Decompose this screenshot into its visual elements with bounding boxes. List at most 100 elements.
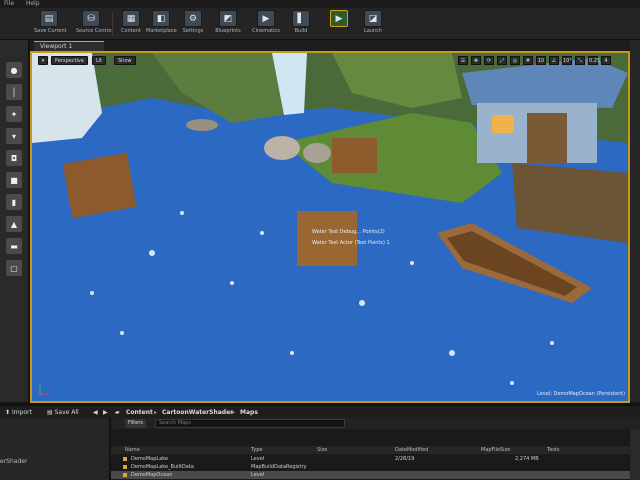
viewport-options-button[interactable]: ▾ (38, 56, 48, 65)
save-current-label: Save Current (34, 28, 67, 34)
scene-render (32, 53, 628, 401)
import-icon: ⬆ (5, 409, 12, 416)
viewport-tool-6[interactable]: # (523, 56, 533, 65)
row-name: DemoMapOcean (131, 472, 173, 478)
column-mapfilesize[interactable]: MapFileSize (481, 447, 510, 453)
table-row[interactable]: DemoMapLake Level 2/28/19 2,274 MB (111, 455, 630, 463)
breadcrumb-content[interactable]: Content (126, 408, 153, 418)
row-type: MapBuildDataRegistry (251, 464, 307, 470)
launch-icon: ◪ (364, 10, 382, 27)
marketplace-label: Marketplace (146, 28, 177, 34)
cinematics-button[interactable]: ▶ Cinematics (251, 10, 281, 38)
viewport-tool-4[interactable]: ⤢ (497, 56, 507, 65)
blueprints-button[interactable]: ◩ Blueprints (213, 10, 243, 38)
column-name[interactable]: Name (125, 447, 140, 453)
import-button[interactable]: ⬆ Import (2, 408, 35, 418)
column-type[interactable]: Type (251, 447, 262, 453)
viewport-tool-3[interactable]: ⟳ (484, 56, 494, 65)
save-all-button[interactable]: ▤ Save All (44, 408, 82, 418)
save-all-label: Save All (54, 409, 79, 416)
save-current-button[interactable]: ▤ Save Current (34, 10, 67, 38)
marketplace-icon: ◧ (152, 10, 170, 27)
settings-icon: ⚙ (184, 10, 202, 27)
content-icon: ▦ (122, 10, 140, 27)
axis-gizmo-icon (39, 385, 49, 395)
trigger-icon[interactable]: ▢ (6, 260, 22, 276)
cinematics-icon: ▶ (257, 10, 275, 27)
main-toolbar: ▤ Save Current ⛁ Source Control ▦ Conten… (0, 8, 640, 40)
content-label: Content (121, 28, 141, 34)
cone-icon[interactable]: ▲ (6, 216, 22, 232)
viewport-tabstrip: Viewport 1 (30, 40, 630, 51)
marketplace-button[interactable]: ◧ Marketplace (146, 10, 177, 38)
spot-light-icon[interactable]: ▾ (6, 128, 22, 144)
sources-panel: erShader (0, 418, 110, 480)
sources-folder-label[interactable]: erShader (0, 458, 27, 465)
content-button[interactable]: ▦ Content (116, 10, 146, 38)
details-panel-edge (630, 40, 640, 402)
viewport-tool-10[interactable]: ⤡ (575, 56, 585, 65)
breadcrumb-separator: ▸ (232, 409, 236, 416)
content-browser-header: ⬆ Import ▤ Save All ◀ ▶ ▰ Content ▸ Cart… (0, 404, 640, 418)
settings-label: Settings (182, 28, 204, 34)
forward-button[interactable]: ▶ (100, 408, 111, 418)
source-control-icon: ⛁ (82, 10, 100, 27)
asset-table: Name Type Size DateModified MapFileSize … (111, 429, 630, 480)
actor-annotation-2: Water Test Actor (Test Points) 1 (312, 240, 390, 246)
modes-panel: ● │ ✦ ▾ ◘ ■ ▮ ▲ ▬ ▢ (0, 40, 29, 402)
source-control-button[interactable]: ⛁ Source Control (76, 10, 113, 38)
tab-viewport-1[interactable]: Viewport 1 (34, 41, 104, 51)
row-type: Level (251, 456, 265, 462)
table-scrollbar[interactable] (630, 429, 640, 480)
viewport-tool-12[interactable]: 4 (601, 56, 611, 65)
plane-icon[interactable]: ▬ (6, 238, 22, 254)
play-icon: ▶ (330, 10, 348, 27)
filter-bar: Filters Search Maps (111, 418, 640, 429)
cylinder-icon[interactable]: ▮ (6, 194, 22, 210)
menu-file[interactable]: File (4, 0, 14, 7)
row-name: DemoMapLake (131, 456, 169, 462)
row-type: Level (251, 472, 265, 478)
column-size[interactable]: Size (317, 447, 327, 453)
column-tests[interactable]: Tests (547, 447, 559, 453)
lit-button[interactable]: Lit (92, 56, 107, 65)
search-input[interactable]: Search Maps (155, 419, 345, 428)
light-icon[interactable]: │ (6, 84, 22, 100)
filters-button[interactable]: Filters (125, 419, 146, 428)
cube-icon[interactable]: ■ (6, 172, 22, 188)
launch-button[interactable]: ◪ Launch (358, 10, 388, 38)
viewport-tool-2[interactable]: ✥ (471, 56, 481, 65)
toolbar-separator (112, 12, 113, 36)
viewport-tool-1[interactable]: ☰ (458, 56, 468, 65)
table-row-selected[interactable]: DemoMapOcean Level (111, 471, 630, 479)
actor-annotation-1: Water Test Debug... Points(2) (312, 229, 385, 235)
camera-icon[interactable]: ◘ (6, 150, 22, 166)
level-icon (123, 473, 127, 477)
viewport-tool-7[interactable]: 10 (536, 56, 546, 65)
table-row[interactable]: DemoMapLake_BuiltData MapBuildDataRegist… (111, 463, 630, 471)
folder-icon[interactable]: ▰ (112, 408, 123, 418)
breadcrumb-cartoonwatershader[interactable]: CartoonWaterShader (162, 408, 233, 418)
show-button[interactable]: Show (114, 56, 136, 65)
import-label: Import (11, 409, 32, 416)
blueprints-icon: ◩ (219, 10, 237, 27)
play-button[interactable]: ▶ (324, 10, 354, 38)
breadcrumb-maps[interactable]: Maps (240, 408, 258, 418)
save-all-icon: ▤ (47, 409, 55, 416)
perspective-button[interactable]: Perspective (51, 56, 88, 65)
level-viewport[interactable]: ▾ Perspective Lit Show ☰ ✥ ⟳ ⤢ ◎ # 10 ∠ … (30, 51, 630, 403)
viewport-tool-9[interactable]: 10° (562, 56, 572, 65)
build-icon: ▌ (292, 10, 310, 27)
viewport-tool-8[interactable]: ∠ (549, 56, 559, 65)
menu-bar: File Help (0, 0, 640, 8)
viewport-tool-11[interactable]: 0.25 (588, 56, 600, 65)
breadcrumb-separator: ▸ (154, 409, 158, 416)
column-datemodified[interactable]: DateModified (395, 447, 428, 453)
menu-help[interactable]: Help (26, 0, 40, 7)
viewport-tool-5[interactable]: ◎ (510, 56, 520, 65)
build-button[interactable]: ▌ Build (286, 10, 316, 38)
sphere-icon[interactable]: ● (6, 62, 22, 78)
settings-button[interactable]: ⚙ Settings (178, 10, 208, 38)
row-mapsize: 2,274 MB (515, 456, 539, 462)
point-light-icon[interactable]: ✦ (6, 106, 22, 122)
